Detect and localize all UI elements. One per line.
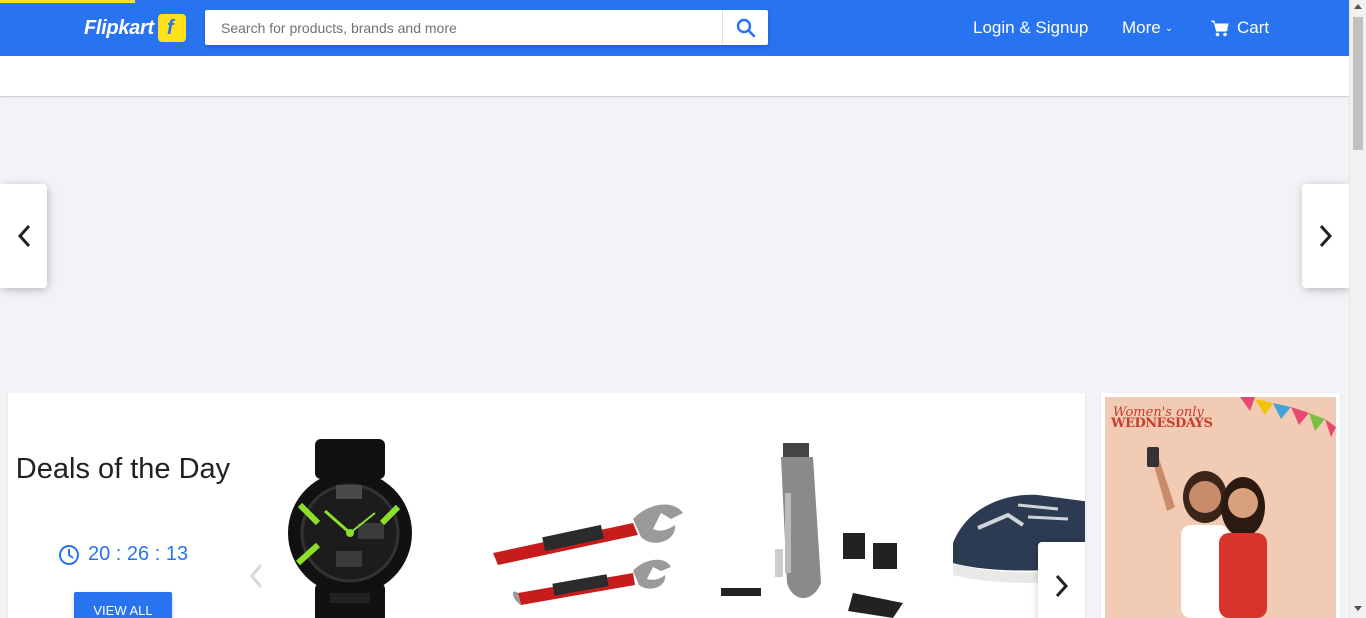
logo-mark-icon: f (157, 14, 186, 42)
scroll-up-arrow-icon[interactable] (1354, 4, 1362, 9)
more-menu[interactable]: More ⌄ (1122, 18, 1173, 38)
search-button[interactable] (722, 10, 768, 45)
category-bar (0, 56, 1349, 96)
chevron-left-icon (17, 224, 30, 248)
logo-text: Flipkart (84, 16, 154, 39)
search-box (205, 10, 768, 45)
banner-line2: WEDNESDAYS (1111, 416, 1213, 431)
watch-product[interactable] (270, 433, 435, 618)
search-icon (736, 18, 755, 37)
banner-next-button[interactable] (1302, 184, 1349, 288)
timer-value: 20 : 26 : 13 (88, 543, 189, 565)
promo-banner[interactable]: Women's only WEDNESDAYS (1101, 393, 1340, 618)
promo-banner-image: Women's only WEDNESDAYS (1105, 397, 1336, 618)
deals-of-the-day: Deals of the Day 20 : 26 : 13 VIEW ALL (8, 393, 1085, 618)
chevron-down-icon: ⌄ (1164, 22, 1174, 34)
clock-icon (59, 544, 79, 565)
cart-icon (1211, 20, 1229, 36)
scroll-thumb[interactable] (1353, 17, 1363, 150)
deals-timer: 20 : 26 : 13 (58, 543, 188, 566)
login-signup-link[interactable]: Login & Signup (973, 18, 1088, 38)
chevron-left-icon (250, 564, 263, 588)
chevron-right-icon (1319, 224, 1332, 248)
deals-prev-button[interactable] (248, 563, 264, 597)
scroll-down-arrow-icon[interactable] (1354, 606, 1362, 611)
chevron-right-icon (1055, 574, 1068, 598)
watch-image (288, 439, 412, 618)
cart-link[interactable]: Cart (1211, 18, 1269, 38)
top-header: Flipkart f Login & Signup More ⌄ Cart (0, 3, 1349, 56)
search-input[interactable] (205, 10, 721, 45)
page-scrollbar[interactable] (1349, 0, 1366, 618)
more-label: More (1122, 18, 1161, 37)
view-all-button[interactable]: VIEW ALL (74, 592, 172, 618)
flipkart-logo[interactable]: Flipkart f (84, 13, 186, 43)
cart-label: Cart (1237, 18, 1270, 37)
trimmer-product[interactable] (713, 433, 923, 618)
deals-next-button[interactable] (1038, 542, 1085, 618)
trimmer-image (721, 443, 903, 618)
wrench-product[interactable] (483, 433, 693, 618)
banner-prev-button[interactable] (0, 184, 47, 288)
deals-title: Deals of the Day (15, 453, 231, 485)
wrench-image (493, 504, 683, 605)
